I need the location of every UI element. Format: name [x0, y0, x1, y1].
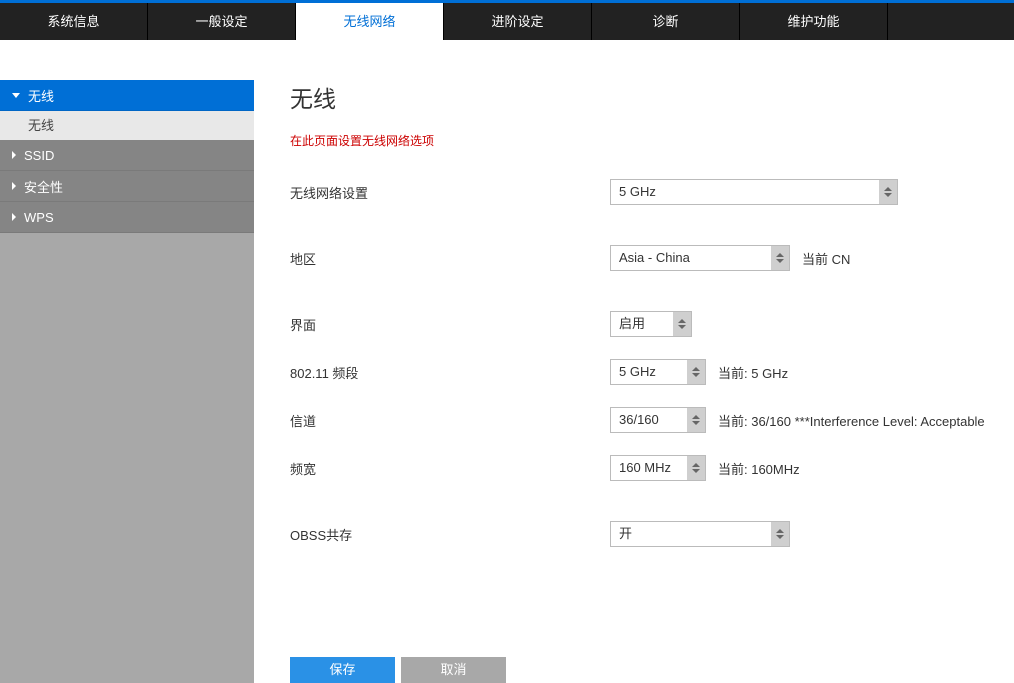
chevron-right-icon — [12, 213, 16, 221]
select-channel[interactable]: 36/160 — [610, 407, 706, 433]
select-wireless-setting[interactable]: 5 GHz — [610, 179, 898, 205]
tab-wireless[interactable]: 无线网络 — [296, 3, 444, 40]
hint-channel: 当前: 36/160 ***Interference Level: Accept… — [718, 411, 985, 430]
stepper-icon — [771, 246, 789, 270]
select-value: 启用 — [611, 312, 673, 336]
select-width[interactable]: 160 MHz — [610, 455, 706, 481]
select-region[interactable]: Asia - China — [610, 245, 790, 271]
label-interface: 界面 — [290, 315, 610, 334]
sidebar-item-label: WPS — [24, 210, 54, 225]
sidebar: 无线 无线 SSID 安全性 WPS — [0, 80, 254, 683]
tab-general[interactable]: 一般设定 — [148, 3, 296, 40]
select-value: 开 — [611, 522, 771, 546]
page-title: 无线 — [290, 80, 1014, 114]
label-width: 频宽 — [290, 459, 610, 478]
label-region: 地区 — [290, 249, 610, 268]
sidebar-item-ssid[interactable]: SSID — [0, 140, 254, 171]
stepper-icon — [687, 456, 705, 480]
select-obss[interactable]: 开 — [610, 521, 790, 547]
top-nav: 系统信息 一般设定 无线网络 进阶设定 诊断 维护功能 — [0, 3, 1014, 40]
select-value: 160 MHz — [611, 456, 687, 480]
stepper-icon — [879, 180, 897, 204]
select-value: 5 GHz — [611, 180, 879, 204]
label-band: 802.11 频段 — [290, 363, 610, 382]
tab-maintenance[interactable]: 维护功能 — [740, 3, 888, 40]
label-channel: 信道 — [290, 411, 610, 430]
select-interface[interactable]: 启用 — [610, 311, 692, 337]
sidebar-item-label: SSID — [24, 148, 54, 163]
cancel-button[interactable]: 取消 — [401, 657, 506, 683]
hint-band: 当前: 5 GHz — [718, 363, 788, 382]
stepper-icon — [687, 408, 705, 432]
stepper-icon — [673, 312, 691, 336]
tab-system-info[interactable]: 系统信息 — [0, 3, 148, 40]
chevron-right-icon — [12, 151, 16, 159]
sidebar-item-label: 无线 — [28, 86, 54, 105]
label-wireless-setting: 无线网络设置 — [290, 183, 610, 202]
tab-diagnostics[interactable]: 诊断 — [592, 3, 740, 40]
label-obss: OBSS共存 — [290, 525, 610, 544]
select-band[interactable]: 5 GHz — [610, 359, 706, 385]
stepper-icon — [771, 522, 789, 546]
sidebar-subitem-wireless[interactable]: 无线 — [0, 111, 254, 140]
page-description: 在此页面设置无线网络选项 — [290, 132, 1014, 149]
sidebar-item-security[interactable]: 安全性 — [0, 171, 254, 202]
sidebar-item-wireless[interactable]: 无线 — [0, 80, 254, 111]
content: 无线 在此页面设置无线网络选项 无线网络设置 5 GHz 地区 Asia - C… — [254, 40, 1014, 683]
sidebar-item-wps[interactable]: WPS — [0, 202, 254, 233]
sidebar-item-label: 安全性 — [24, 177, 63, 196]
chevron-down-icon — [12, 93, 20, 98]
select-value: 36/160 — [611, 408, 687, 432]
hint-region: 当前 CN — [802, 249, 850, 268]
hint-width: 当前: 160MHz — [718, 459, 800, 478]
stepper-icon — [687, 360, 705, 384]
chevron-right-icon — [12, 182, 16, 190]
save-button[interactable]: 保存 — [290, 657, 395, 683]
tab-advanced[interactable]: 进阶设定 — [444, 3, 592, 40]
select-value: Asia - China — [611, 246, 771, 270]
select-value: 5 GHz — [611, 360, 687, 384]
